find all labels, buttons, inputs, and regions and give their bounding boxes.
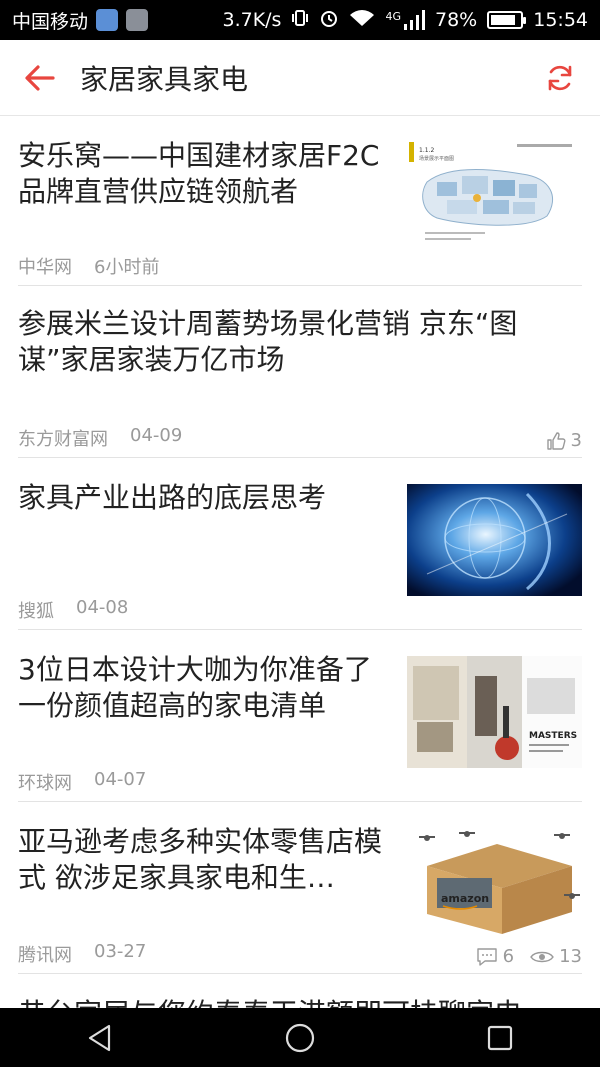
news-thumbnail: 1.1.2 场景展示平面图: [407, 138, 582, 250]
page-title: 家居家具家电: [80, 62, 249, 96]
nav-home-button[interactable]: [260, 1008, 340, 1067]
clock: 15:54: [533, 9, 588, 31]
triangle-back-icon: [88, 1024, 111, 1051]
signal-icon: 4G: [385, 10, 425, 30]
network-type: 4G: [385, 10, 401, 23]
battery-percent: 78%: [435, 9, 478, 31]
comment-count[interactable]: 6: [476, 946, 514, 967]
news-meta: 中华网 6小时前: [18, 253, 159, 279]
battery-icon: [487, 11, 527, 29]
eye-icon: [530, 951, 554, 962]
news-meta: 搜狐 04-08: [18, 597, 128, 623]
news-meta: 环球网 04-07: [18, 769, 146, 795]
refresh-icon: [548, 65, 572, 90]
news-headline: 昔台家居与您约春春王港额即可挂聊家电: [18, 996, 582, 1008]
news-thumbnail: MASTERS: [407, 656, 582, 768]
news-feed[interactable]: 安乐窝——中国建材家居F2C品牌直营供应链领航者 1.1.2 场景展示平面图 中…: [0, 116, 600, 1008]
news-source: 搜狐: [18, 601, 54, 622]
notification-app-icon: [96, 9, 119, 31]
alarm-icon: [319, 8, 339, 33]
svg-text:场景展示平面图: 场景展示平面图: [419, 155, 454, 162]
news-time: 04-07: [94, 769, 147, 790]
back-arrow-icon: [25, 64, 55, 91]
news-time: 03-27: [94, 941, 147, 962]
news-time: 04-08: [76, 597, 129, 618]
news-time: 04-09: [130, 425, 183, 446]
news-headline: 3位日本设计大咖为你准备了一份颜值超高的家电清单: [18, 653, 372, 722]
news-thumbnail: [407, 484, 582, 596]
wifi-icon: [349, 8, 375, 33]
news-meta: 东方财富网 04-09: [18, 425, 182, 451]
news-meta: 腾讯网 03-27: [18, 941, 146, 967]
news-stats: 6 13: [476, 946, 582, 967]
news-source: 环球网: [18, 773, 72, 794]
svg-text:1.1.2: 1.1.2: [419, 147, 434, 154]
net-speed: 3.7K/s: [222, 9, 282, 31]
news-headline: 家具产业出路的底层思考: [18, 481, 327, 514]
news-time: 6小时前: [94, 257, 160, 278]
like-count[interactable]: 3: [546, 430, 582, 451]
nav-recents-button[interactable]: [460, 1008, 540, 1067]
vibrate-icon: [291, 9, 309, 32]
gallery-notification-icon: [126, 9, 149, 31]
news-headline: 安乐窝——中国建材家居F2C品牌直营供应链领航者: [18, 139, 380, 208]
square-recents-icon: [487, 1025, 513, 1050]
comment-icon: [476, 947, 497, 966]
news-item[interactable]: 3位日本设计大咖为你准备了一份颜值超高的家电清单 MASTERS 环球网 04-…: [18, 630, 582, 802]
news-item[interactable]: 家具产业出路的底层思考 搜狐 04-08: [18, 458, 582, 630]
nav-back-button[interactable]: [60, 1008, 140, 1067]
news-item[interactable]: 安乐窝——中国建材家居F2C品牌直营供应链领航者 1.1.2 场景展示平面图 中…: [18, 116, 582, 286]
system-nav-bar: [0, 1008, 600, 1067]
thumbs-up-icon: [546, 431, 566, 450]
news-item[interactable]: 昔台家居与您约春春王港额即可挂聊家电: [18, 974, 582, 1008]
news-headline: 亚马逊考虑多种实体零售店模式 欲涉足家具家电和生…: [18, 825, 383, 894]
back-button[interactable]: [0, 40, 80, 116]
news-thumbnail: amazon: [407, 826, 582, 938]
circle-home-icon: [285, 1023, 315, 1052]
news-headline: 参展米兰设计周蓄势场景化营销 京东“图谋”家居家装万亿市场: [18, 307, 518, 376]
news-source: 腾讯网: [18, 945, 72, 966]
news-item[interactable]: 参展米兰设计周蓄势场景化营销 京东“图谋”家居家装万亿市场 东方财富网 04-0…: [18, 286, 582, 458]
news-item[interactable]: 亚马逊考虑多种实体零售店模式 欲涉足家具家电和生… amazon 腾讯网 03-…: [18, 802, 582, 974]
news-source: 中华网: [18, 257, 72, 278]
news-stats: 3: [546, 430, 582, 451]
refresh-button[interactable]: [520, 40, 600, 116]
svg-text:MASTERS: MASTERS: [529, 731, 577, 741]
carrier-label: 中国移动: [12, 10, 89, 33]
svg-text:amazon: amazon: [441, 892, 489, 905]
status-bar: 中国移动 3.7K/s 4G 78% 15:54: [0, 0, 600, 40]
app-bar: 家居家具家电: [0, 40, 600, 116]
view-count: 13: [530, 946, 582, 967]
news-source: 东方财富网: [18, 429, 108, 450]
